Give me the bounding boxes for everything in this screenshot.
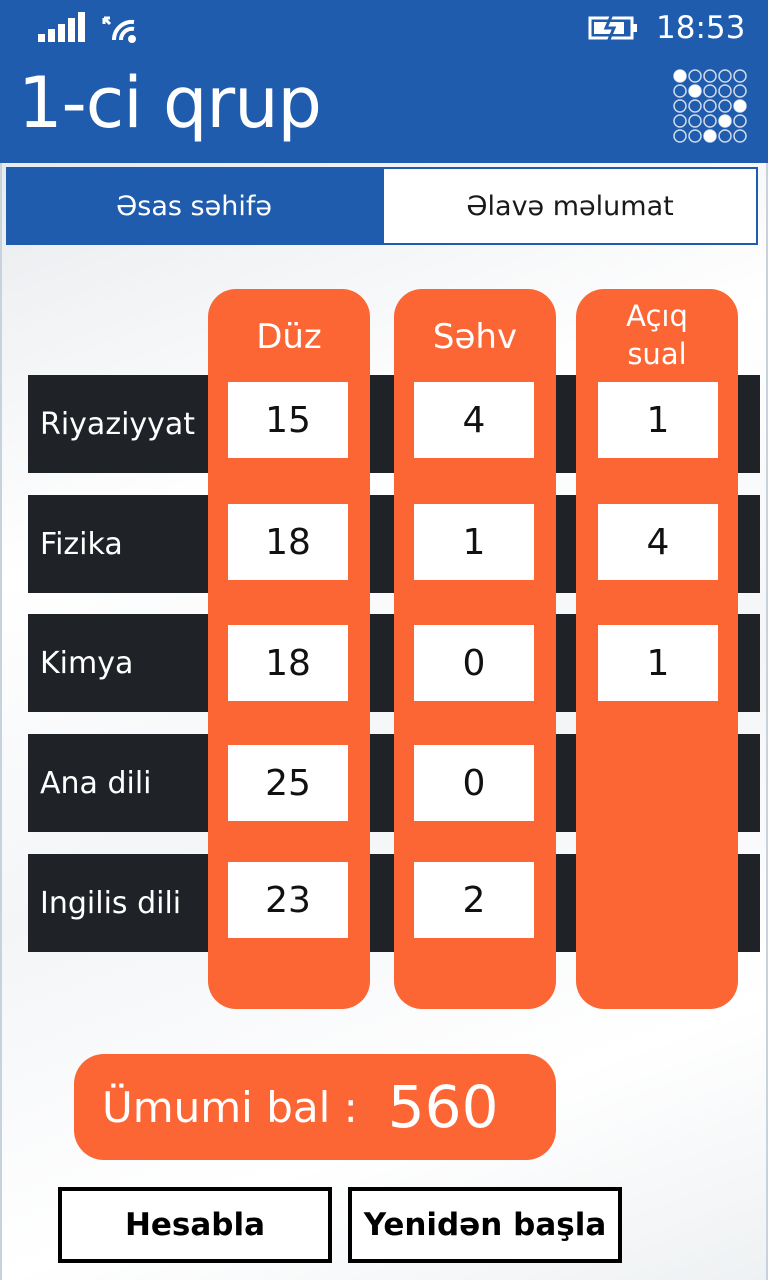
- open-question-input[interactable]: 1: [598, 625, 718, 701]
- subject-label: Ana dili: [40, 765, 152, 801]
- page-title: 1-ci qrup: [18, 62, 322, 144]
- signal-strength-icon: [38, 12, 85, 42]
- status-bar: 18:53: [0, 0, 768, 56]
- wrong-input[interactable]: 0: [414, 625, 534, 701]
- tab-main-page[interactable]: Əsas səhifə: [6, 167, 382, 245]
- wrong-input[interactable]: 0: [414, 745, 534, 821]
- column-header-wrong: Səhv: [432, 317, 518, 357]
- wrong-input[interactable]: 2: [414, 862, 534, 938]
- total-score-value: 560: [387, 1073, 499, 1141]
- subject-label: Ingilis dili: [40, 885, 182, 921]
- correct-input[interactable]: 15: [228, 382, 348, 458]
- correct-input[interactable]: 18: [228, 504, 348, 580]
- column-header-open: Açıq sual: [576, 297, 738, 373]
- total-score-panel: Ümumi bal : 560: [74, 1054, 556, 1160]
- calculate-button[interactable]: Hesabla: [58, 1187, 332, 1263]
- wifi-icon: [102, 16, 136, 43]
- subject-label: Kimya: [40, 645, 134, 681]
- column-header-correct: Düz: [256, 317, 322, 357]
- correct-input[interactable]: 25: [228, 745, 348, 821]
- tab-extra-info[interactable]: Əlavə məlumat: [382, 167, 758, 245]
- status-time: 18:53: [656, 10, 746, 46]
- column-header-open-line2: sual: [627, 337, 687, 371]
- column-header-open-line1: Açıq: [626, 299, 688, 333]
- correct-input[interactable]: 18: [228, 625, 348, 701]
- total-score-label: Ümumi bal :: [102, 1082, 358, 1132]
- answer-sheet-icon: [673, 69, 747, 143]
- restart-button[interactable]: Yenidən başla: [348, 1187, 622, 1263]
- correct-input[interactable]: 23: [228, 862, 348, 938]
- battery-charging-icon: [588, 14, 637, 42]
- subject-label: Riyaziyyat: [40, 406, 196, 442]
- open-question-input[interactable]: 1: [598, 382, 718, 458]
- open-question-input[interactable]: 4: [598, 504, 718, 580]
- title-bar: 18:53 1-ci qrup: [0, 0, 768, 163]
- subject-label: Fizika: [40, 526, 123, 562]
- wrong-input[interactable]: 4: [414, 382, 534, 458]
- wrong-input[interactable]: 1: [414, 504, 534, 580]
